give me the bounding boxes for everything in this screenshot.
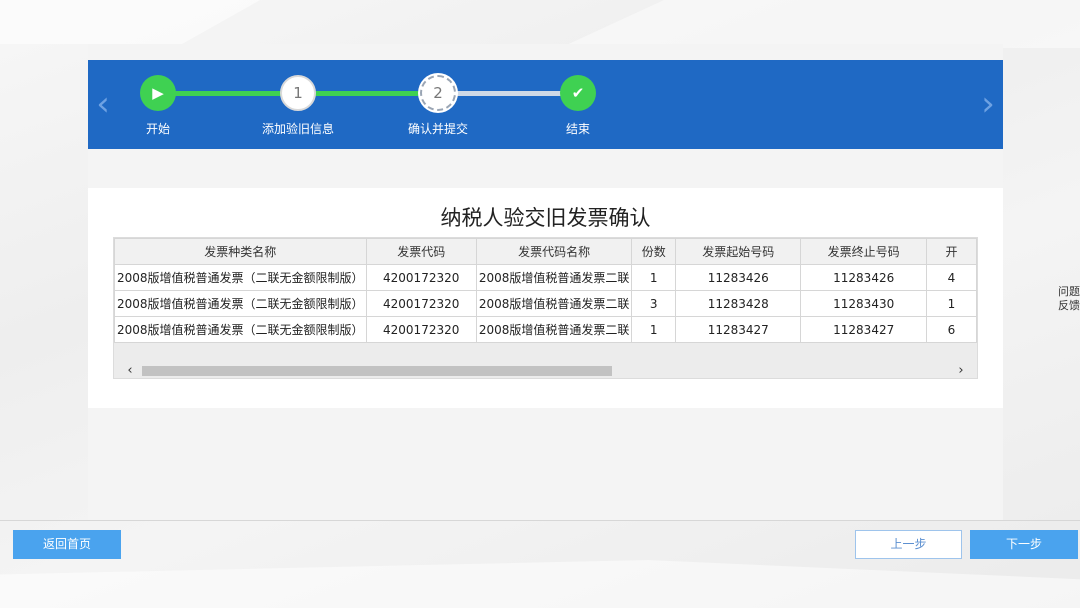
step-start: ▶ 开始 — [98, 75, 218, 137]
table-cell: 11283427 — [674, 316, 802, 343]
play-icon: ▶ — [140, 75, 176, 111]
table-header-row: 发票种类名称 发票代码 发票代码名称 份数 发票起始号码 发票终止号码 开 — [114, 238, 977, 265]
progress-banner: ‹ › ▶ 开始 1 添加验旧信息 2 确认并提交 ✔ 结束 — [88, 60, 1003, 149]
page-title: 纳税人验交旧发票确认 — [440, 206, 651, 230]
table-cell: 2008版增值税普通发票（二联无金额限制版） — [114, 264, 367, 291]
step-end: ✔ 结束 — [518, 75, 638, 137]
table-cell: 2008版增值税普通发票二联 — [475, 290, 633, 317]
table-cell: 4200172320 — [365, 264, 477, 291]
main-panel: ‹ › ▶ 开始 1 添加验旧信息 2 确认并提交 ✔ 结束 纳税人验交旧发票确… — [88, 44, 1003, 520]
column-header[interactable]: 发票代码名称 — [475, 238, 633, 265]
feedback-tab[interactable]: 问题 反馈 — [1058, 285, 1080, 313]
column-header[interactable]: 份数 — [631, 238, 676, 265]
column-header[interactable]: 发票代码 — [365, 238, 477, 265]
step-label: 确认并提交 — [407, 122, 468, 136]
step-number: 2 — [420, 75, 456, 111]
back-home-button[interactable]: 返回首页 — [13, 530, 121, 559]
table-cell: 11283426 — [674, 264, 802, 291]
table-cell: 11283428 — [674, 290, 802, 317]
table-cell: 2008版增值税普通发票二联 — [475, 316, 633, 343]
scrollbar-thumb[interactable] — [142, 366, 612, 376]
chevron-right-icon[interactable]: › — [973, 84, 1003, 124]
table-cell: 2008版增值税普通发票（二联无金额限制版） — [114, 316, 367, 343]
step-label: 开始 — [145, 122, 170, 136]
table-row[interactable]: 2008版增值税普通发票（二联无金额限制版） 4200172320 2008版增… — [114, 264, 977, 291]
table-cell: 4 — [925, 264, 977, 291]
feedback-label: 问题 — [1058, 285, 1080, 298]
table-row[interactable]: 2008版增值税普通发票（二联无金额限制版） 4200172320 2008版增… — [114, 316, 977, 343]
previous-step-button[interactable]: 上一步 — [855, 530, 962, 559]
table-cell: 1 — [925, 290, 977, 317]
next-step-button[interactable]: 下一步 — [970, 530, 1078, 559]
invoice-table: 发票种类名称 发票代码 发票代码名称 份数 发票起始号码 发票终止号码 开 20… — [114, 238, 977, 343]
column-header[interactable]: 开 — [925, 238, 977, 265]
table-cell: 11283427 — [800, 316, 927, 343]
background-decoration — [0, 0, 260, 44]
table-cell: 4200172320 — [365, 316, 477, 343]
background-decoration — [560, 0, 1080, 48]
feedback-label: 反馈 — [1058, 299, 1080, 312]
table-cell: 1 — [631, 264, 676, 291]
table-cell: 2008版增值税普通发票二联 — [475, 264, 633, 291]
table-cell: 6 — [925, 316, 977, 343]
table-cell: 2008版增值税普通发票（二联无金额限制版） — [114, 290, 367, 317]
step-number: 1 — [280, 75, 316, 111]
invoice-table-container: 发票种类名称 发票代码 发票代码名称 份数 发票起始号码 发票终止号码 开 20… — [113, 237, 978, 379]
background-decoration — [0, 560, 1080, 608]
scroll-right-icon[interactable]: › — [953, 364, 969, 378]
horizontal-scrollbar[interactable]: ‹ › — [114, 364, 977, 378]
table-cell: 11283430 — [800, 290, 927, 317]
table-cell: 3 — [631, 290, 676, 317]
check-icon: ✔ — [560, 75, 596, 111]
table-cell: 11283426 — [800, 264, 927, 291]
column-header[interactable]: 发票终止号码 — [800, 238, 927, 265]
column-header[interactable]: 发票起始号码 — [674, 238, 802, 265]
step-add-info: 1 添加验旧信息 — [238, 75, 358, 137]
confirm-card: 纳税人验交旧发票确认 发票种类名称 发票代码 发票代码名称 份数 发票起始号码 … — [88, 188, 1003, 408]
step-confirm-submit: 2 确认并提交 — [378, 75, 498, 137]
step-label: 结束 — [565, 122, 590, 136]
step-label: 添加验旧信息 — [261, 122, 334, 136]
column-header[interactable]: 发票种类名称 — [114, 238, 367, 265]
footer-divider — [0, 520, 1080, 521]
table-row[interactable]: 2008版增值税普通发票（二联无金额限制版） 4200172320 2008版增… — [114, 290, 977, 317]
table-cell: 4200172320 — [365, 290, 477, 317]
table-cell: 1 — [631, 316, 676, 343]
scroll-left-icon[interactable]: ‹ — [122, 364, 138, 378]
